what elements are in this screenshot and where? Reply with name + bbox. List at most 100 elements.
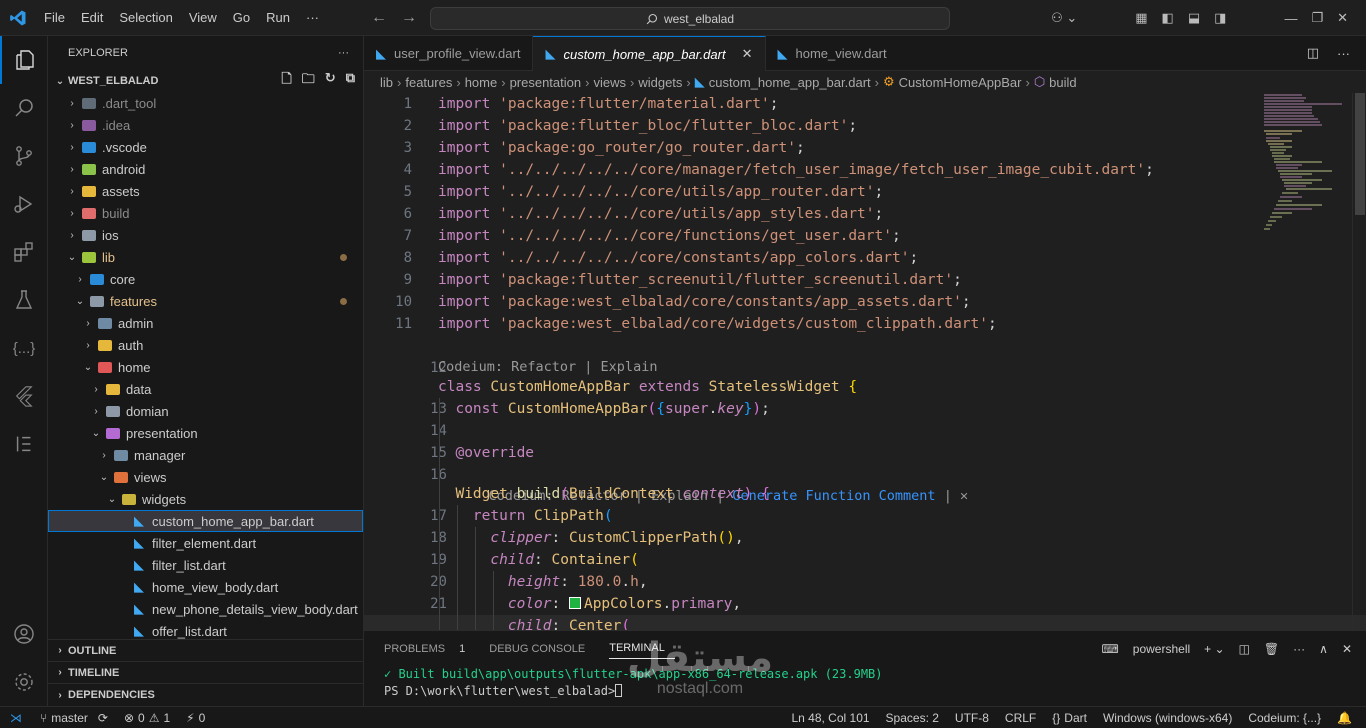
refresh-icon[interactable]: ↻	[325, 70, 336, 92]
breadcrumb-file[interactable]: custom_home_app_bar.dart	[709, 75, 871, 90]
language-mode[interactable]: {} Dart	[1044, 711, 1095, 725]
problems-indicator[interactable]: ⊗ 0 ⚠ 1	[116, 711, 178, 725]
close-window-icon[interactable]: ✕	[1337, 10, 1348, 26]
folder-item[interactable]: › domian	[48, 400, 363, 422]
minimize-icon[interactable]: —	[1284, 11, 1297, 26]
toggle-panel-icon[interactable]: ⬓	[1188, 10, 1200, 26]
end-of-line[interactable]: CRLF	[997, 711, 1044, 725]
file-item[interactable]: ◣ new_phone_details_view_body.dart	[48, 598, 363, 620]
folder-item[interactable]: ⌄ home	[48, 356, 363, 378]
panel-tab-debug-console[interactable]: DEBUG CONSOLE	[489, 631, 595, 666]
folder-item[interactable]: › android	[48, 158, 363, 180]
scrollbar-thumb[interactable]	[1355, 93, 1365, 215]
remote-indicator-icon[interactable]: ⋊	[0, 707, 32, 728]
new-folder-icon[interactable]: 🗀	[302, 70, 315, 92]
terminal-shell-label[interactable]: powershell	[1133, 642, 1190, 656]
tab-home-view[interactable]: ◣ home_view.dart	[766, 36, 899, 71]
cursor-position[interactable]: Ln 48, Col 101	[783, 711, 877, 725]
close-tab-icon[interactable]: ✕	[742, 46, 753, 62]
folder-item[interactable]: › assets	[48, 180, 363, 202]
folder-item[interactable]: › build	[48, 202, 363, 224]
notifications-bell-icon[interactable]: 🔔	[1329, 711, 1360, 725]
minimap[interactable]	[1262, 93, 1352, 253]
new-file-icon[interactable]: 🗋	[281, 70, 291, 92]
breadcrumb-class[interactable]: CustomHomeAppBar	[899, 75, 1022, 90]
folder-item[interactable]: › auth	[48, 334, 363, 356]
new-terminal-icon[interactable]: + ⌄	[1204, 642, 1224, 656]
folder-item[interactable]: ⌄ views	[48, 466, 363, 488]
kill-terminal-icon[interactable]: 🗑	[1264, 642, 1279, 656]
collapse-all-icon[interactable]: ⧉	[346, 70, 355, 92]
close-panel-icon[interactable]: ✕	[1342, 642, 1352, 656]
menu-view[interactable]: View	[181, 0, 225, 36]
breadcrumb-home[interactable]: home	[465, 75, 498, 90]
folder-item[interactable]: › manager	[48, 444, 363, 466]
toggle-secondary-sidebar-icon[interactable]: ◨	[1214, 10, 1226, 26]
folder-item[interactable]: › .vscode	[48, 136, 363, 158]
target-platform[interactable]: Windows (windows-x64)	[1095, 711, 1240, 725]
toggle-primary-sidebar-icon[interactable]: ◧	[1162, 10, 1174, 26]
more-terminal-actions-icon[interactable]: ···	[1293, 642, 1305, 656]
search-view-icon[interactable]	[0, 84, 48, 132]
customize-layout-icon[interactable]: ▦	[1135, 10, 1147, 26]
explorer-more-button[interactable]: ···	[338, 47, 349, 59]
panel-tab-terminal[interactable]: TERMINAL	[609, 639, 675, 659]
branch-indicator[interactable]: ⑂ master ⟳	[32, 711, 116, 725]
tab-custom-home-app-bar[interactable]: ◣ custom_home_app_bar.dart ✕	[533, 36, 766, 71]
menu-run[interactable]: Run	[258, 0, 298, 36]
code-editor[interactable]: 1 import 'package:flutter/material.dart';…	[364, 93, 1366, 630]
codeium-status[interactable]: Codeium: {...}	[1240, 711, 1329, 725]
menu-more[interactable]: ···	[298, 0, 327, 36]
command-center-search[interactable]: west_elbalad	[430, 7, 950, 30]
breadcrumb-lib[interactable]: lib	[380, 75, 393, 90]
split-terminal-icon[interactable]: ◫	[1239, 642, 1250, 656]
outline-list-icon[interactable]	[0, 420, 48, 468]
folder-item[interactable]: ⌄ widgets	[48, 488, 363, 510]
panel-tab-problems[interactable]: PROBLEMS 1	[384, 631, 475, 666]
breadcrumb-features[interactable]: features	[405, 75, 452, 90]
menu-file[interactable]: File	[36, 0, 73, 36]
menu-selection[interactable]: Selection	[111, 0, 180, 36]
file-item[interactable]: ◣ custom_home_app_bar.dart	[48, 510, 363, 532]
file-item[interactable]: ◣ filter_list.dart	[48, 554, 363, 576]
indentation[interactable]: Spaces: 2	[878, 711, 947, 725]
flutter-icon[interactable]	[0, 372, 48, 420]
file-item[interactable]: ◣ home_view_body.dart	[48, 576, 363, 598]
testing-flask-icon[interactable]	[0, 276, 48, 324]
more-actions-icon[interactable]: ···	[1337, 46, 1350, 61]
folder-item[interactable]: ⌄ presentation	[48, 422, 363, 444]
breadcrumb-method[interactable]: build	[1049, 75, 1076, 90]
menu-go[interactable]: Go	[225, 0, 258, 36]
folder-item[interactable]: › data	[48, 378, 363, 400]
back-arrow-icon[interactable]: ←	[371, 9, 387, 27]
menu-edit[interactable]: Edit	[73, 0, 111, 36]
workspace-root-header[interactable]: ⌄ WEST_ELBALAD 🗋 🗀 ↻ ⧉	[48, 70, 363, 92]
breadcrumb-presentation[interactable]: presentation	[510, 75, 582, 90]
breadcrumb-views[interactable]: views	[593, 75, 626, 90]
outline-section[interactable]: › OUTLINE	[48, 640, 363, 662]
folder-item[interactable]: ⌄ features	[48, 290, 363, 312]
sync-icon[interactable]: ⟳	[98, 711, 108, 725]
color-swatch[interactable]	[568, 597, 581, 609]
timeline-section[interactable]: › TIMELINE	[48, 662, 363, 684]
split-editor-icon[interactable]: ◫	[1307, 45, 1319, 61]
folder-item[interactable]: ⌄ lib	[48, 246, 363, 268]
breadcrumb-widgets[interactable]: widgets	[638, 75, 682, 90]
json-braces-icon[interactable]: {...}	[0, 324, 48, 372]
folder-item[interactable]: › ios	[48, 224, 363, 246]
run-debug-icon[interactable]	[0, 180, 48, 228]
dependencies-section[interactable]: › DEPENDENCIES	[48, 684, 363, 706]
extensions-icon[interactable]	[0, 228, 48, 276]
folder-item[interactable]: › core	[48, 268, 363, 290]
ports-indicator[interactable]: ⚡ 0	[178, 711, 213, 725]
folder-item[interactable]: › .dart_tool	[48, 92, 363, 114]
editor-scrollbar[interactable]	[1352, 93, 1366, 630]
settings-gear-icon[interactable]	[0, 658, 48, 706]
source-control-icon[interactable]	[0, 132, 48, 180]
encoding[interactable]: UTF-8	[947, 711, 997, 725]
maximize-panel-icon[interactable]: ∧	[1319, 642, 1328, 656]
terminal-output[interactable]: ✓ Built build\app\outputs\flutter-apk\ap…	[364, 666, 1366, 700]
explorer-icon[interactable]	[0, 36, 48, 84]
forward-arrow-icon[interactable]: →	[401, 9, 417, 27]
folder-item[interactable]: › .idea	[48, 114, 363, 136]
